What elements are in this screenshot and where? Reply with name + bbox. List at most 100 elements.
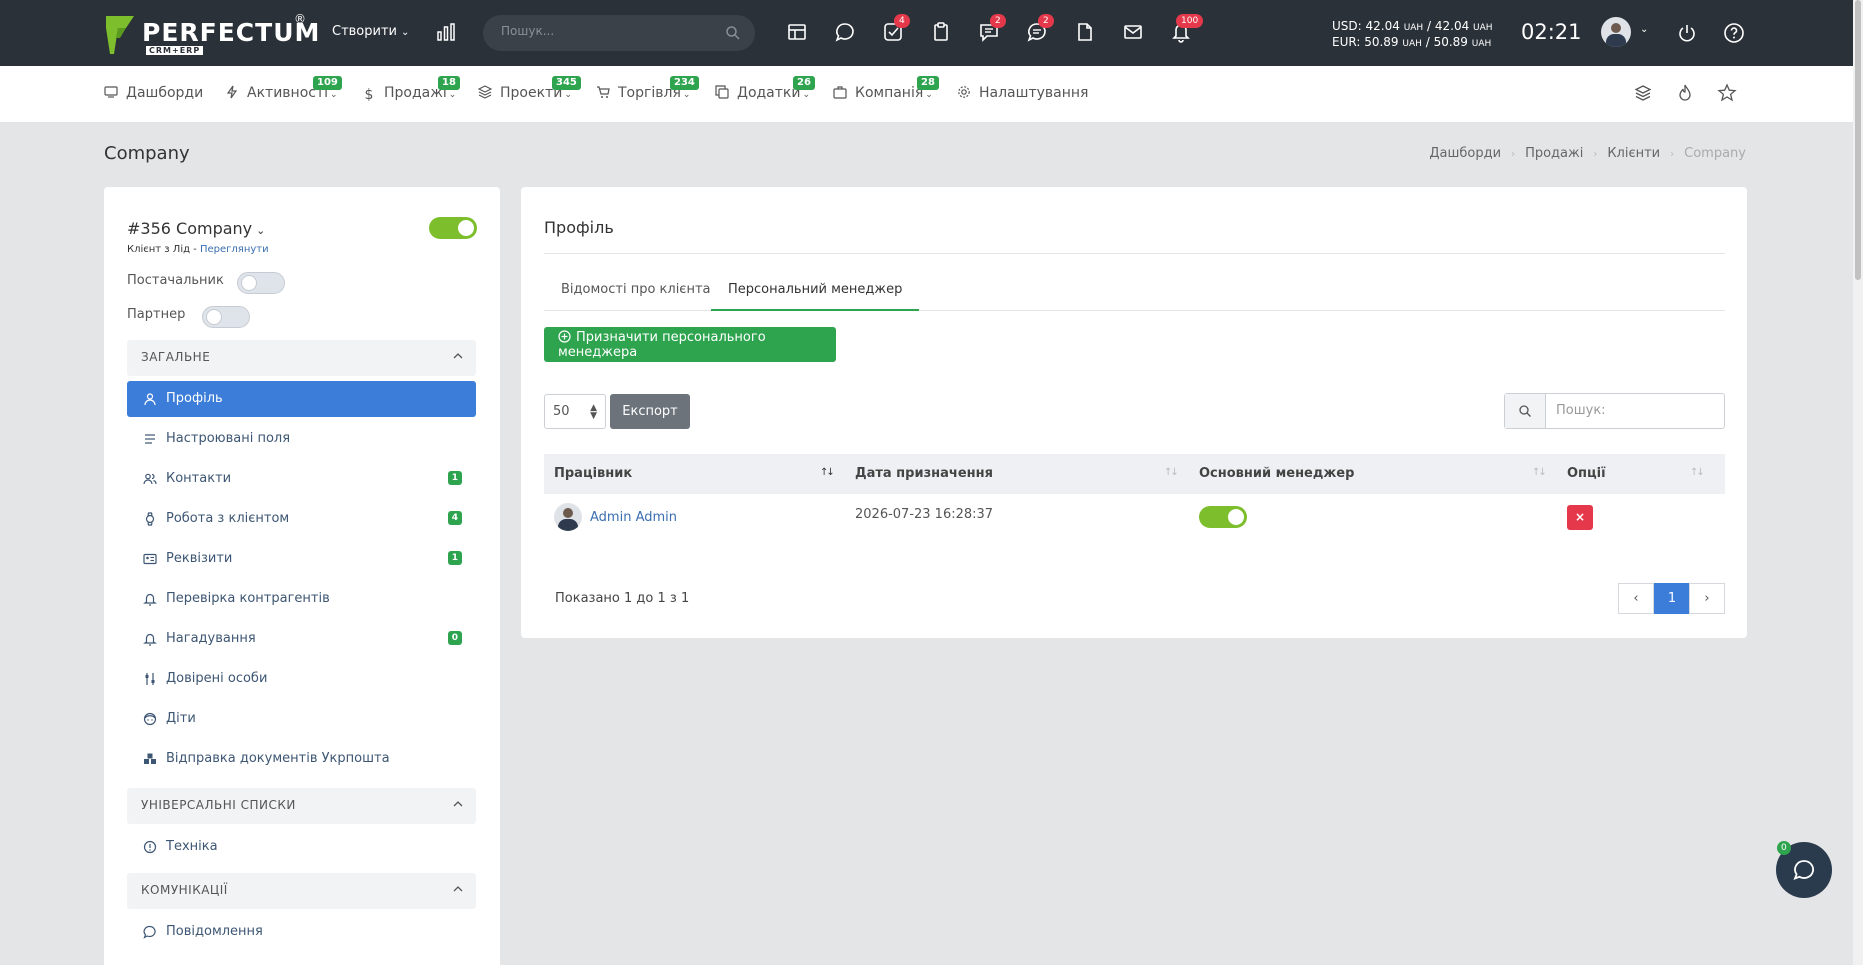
partner-toggle[interactable] [202, 306, 250, 328]
delete-button[interactable]: × [1567, 505, 1593, 530]
primary-manager-toggle[interactable] [1199, 506, 1247, 528]
client-name[interactable]: #356 Company ⌄ [127, 219, 265, 238]
user-avatar[interactable] [1601, 17, 1631, 47]
nav-item-trade[interactable]: Торгівля ⌄ 234 [596, 76, 699, 101]
clipboard-icon[interactable] [930, 21, 954, 45]
chat-bubble-icon[interactable] [834, 21, 858, 45]
pagination-next[interactable]: › [1689, 583, 1725, 614]
avatar [554, 503, 582, 531]
sidebar-item-label: Техніка [166, 839, 218, 854]
section-title: ЗАГАЛЬНЕ [141, 350, 211, 364]
sidebar-item-custom-fields[interactable]: Настроювані поля [127, 421, 476, 457]
layers-icon[interactable] [1633, 83, 1653, 103]
tasks-check-icon[interactable]: 4 [882, 14, 910, 45]
page-size-select[interactable]: 50 ▲ ▼ [544, 394, 606, 429]
page-title: Company [104, 143, 190, 164]
column-header-employee[interactable]: Працівник [554, 466, 632, 481]
section-title: УНІВЕРСАЛЬНІ СПИСКИ [141, 798, 296, 812]
sort-asc-icon[interactable]: ↑↓ [820, 467, 835, 478]
bar-chart-icon[interactable] [436, 22, 456, 42]
chat-widget-button[interactable]: 0 [1776, 841, 1832, 898]
usd-rate: USD: 42.04 [1332, 19, 1400, 33]
nav-item-activities[interactable]: Активності ⌄ 109 [225, 76, 342, 101]
breadcrumb-item[interactable]: Клієнти [1607, 146, 1660, 161]
nav-item-settings[interactable]: Налаштування [957, 85, 1088, 101]
tab-personal-manager[interactable]: Персональний менеджер [711, 279, 920, 311]
document-icon[interactable] [1074, 21, 1098, 45]
global-search-input[interactable] [501, 24, 711, 38]
view-lead-link[interactable]: Переглянути [200, 244, 269, 255]
sidebar-item-profile[interactable]: Профіль [127, 381, 476, 417]
sidebar-item-requisites[interactable]: Реквізити 1 [127, 541, 476, 577]
sidebar-item-label: Контакти [166, 471, 232, 486]
section-universal-lists[interactable]: УНІВЕРСАЛЬНІ СПИСКИ [127, 788, 476, 824]
section-communications[interactable]: КОМУНІКАЦІЇ [127, 873, 476, 909]
sidebar-item-trusted-persons[interactable]: Довірені особи [127, 661, 476, 697]
sidebar-item-equipment[interactable]: Техніка [127, 829, 476, 865]
global-search[interactable] [483, 15, 755, 51]
sidebar-item-reminders[interactable]: Нагадування 0 [127, 621, 476, 657]
breadcrumb-item[interactable]: Продажі [1525, 146, 1583, 161]
tab-client-info[interactable]: Відомості про клієнта [544, 279, 727, 311]
nav-badge: 109 [313, 76, 342, 90]
breadcrumb-item[interactable]: Дашборди [1429, 146, 1501, 161]
search-icon[interactable] [725, 25, 741, 41]
bell-icon[interactable]: 100 [1170, 14, 1204, 45]
pagination-prev[interactable]: ‹ [1618, 583, 1654, 614]
usd-unit-2: UAH [1473, 23, 1493, 33]
nav-label: Дашборди [126, 85, 204, 101]
supplier-toggle[interactable] [237, 272, 285, 294]
sidebar-item-contacts[interactable]: Контакти 1 [127, 461, 476, 497]
sort-icon[interactable]: ↑↓ [1532, 467, 1547, 478]
info-circle-icon [143, 840, 157, 854]
panel-title: Профіль [544, 218, 614, 237]
page-scrollbar[interactable] [1853, 0, 1863, 965]
nav-item-sales[interactable]: $ Продажі ⌄ 18 [362, 76, 460, 102]
column-header-options[interactable]: Опції [1567, 466, 1606, 481]
sort-icon[interactable]: ↑↓ [1164, 467, 1179, 478]
export-button[interactable]: Експорт [610, 394, 690, 429]
nav-item-dashboards[interactable]: Дашборди [104, 85, 203, 101]
partner-label: Партнер [127, 307, 186, 322]
star-icon[interactable] [1717, 83, 1737, 103]
help-icon[interactable] [1723, 22, 1745, 44]
messages-icon[interactable]: 2 [1026, 14, 1054, 45]
column-header-primary-manager[interactable]: Основний менеджер [1199, 466, 1354, 481]
comments-icon[interactable]: 2 [978, 14, 1006, 45]
tasks-badge: 4 [894, 14, 910, 28]
sort-icon[interactable]: ↑↓ [1690, 467, 1705, 478]
employee-link[interactable]: Admin Admin [590, 510, 677, 525]
logo[interactable]: PERFECTUM ® CRM+ERP [104, 12, 319, 56]
layers-icon [478, 85, 492, 99]
pagination-page[interactable]: 1 [1654, 583, 1690, 614]
chevron-down-icon[interactable]: ⌄ [1640, 24, 1648, 35]
sidebar-item-ukrposhta[interactable]: Відправка документів Укрпошта [127, 741, 476, 777]
fire-icon[interactable] [1675, 83, 1695, 103]
sidebar-item-label: Відправка документів Укрпошта [166, 751, 390, 766]
assign-manager-button[interactable]: Призначити персонального менеджера [544, 327, 836, 362]
sidebar-item-counterparty-check[interactable]: Перевірка контрагентів [127, 581, 476, 617]
power-icon[interactable] [1676, 22, 1698, 44]
sidebar-item-label: Довірені особи [166, 671, 268, 686]
client-active-toggle[interactable] [429, 217, 477, 239]
table-search-input[interactable] [1556, 403, 1716, 418]
create-menu-button[interactable]: Створити ⌄ [332, 24, 409, 39]
boxes-icon [144, 753, 156, 764]
nav-item-apps[interactable]: Додатки ⌄ 26 [715, 76, 815, 101]
calendar-icon[interactable] [786, 21, 810, 45]
column-header-date[interactable]: Дата призначення [855, 466, 993, 481]
sidebar-item-label: Профіль [166, 391, 223, 406]
section-general[interactable]: ЗАГАЛЬНЕ [127, 340, 476, 376]
count-badge: 4 [447, 511, 462, 525]
sidebar-item-label: Повідомлення [166, 924, 263, 939]
nav-item-company[interactable]: Компанія ⌄ 28 [833, 76, 939, 101]
mail-icon[interactable] [1122, 21, 1146, 45]
sidebar-item-children[interactable]: Діти [127, 701, 476, 737]
nav-badge: 18 [438, 76, 460, 90]
chevron-down-icon: ⌄ [256, 224, 266, 237]
sidebar-item-messages[interactable]: Повідомлення [127, 914, 476, 950]
sidebar-item-client-work[interactable]: Робота з клієнтом 4 [127, 501, 476, 537]
breadcrumb: Дашборди › Продажі › Клієнти › Company [1429, 146, 1746, 161]
nav-item-projects[interactable]: Проекти ⌄ 345 [478, 76, 581, 101]
chevron-down-icon: ⌄ [401, 27, 410, 38]
